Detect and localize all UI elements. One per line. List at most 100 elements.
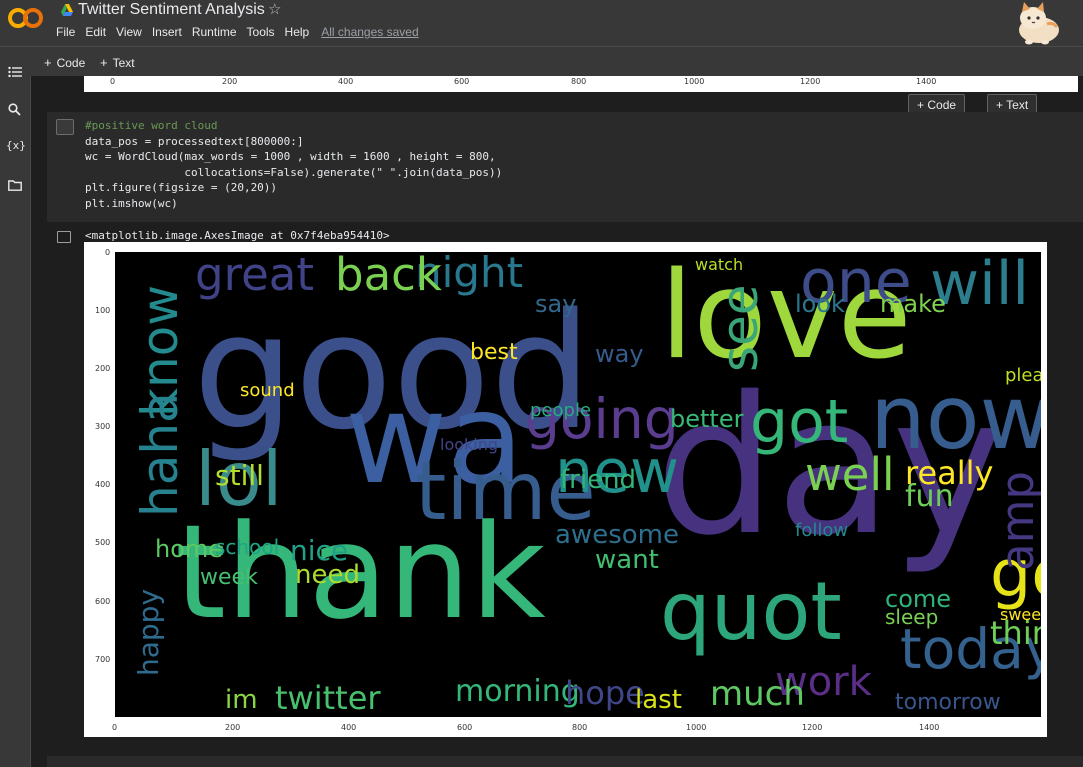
code-line: #positive word cloud <box>85 119 218 132</box>
x-tick: 0 <box>110 77 116 86</box>
y-tick: 200 <box>95 364 111 373</box>
previous-plot-output: 0 200 400 600 800 1000 1200 1400 <box>84 76 1078 92</box>
wordcloud-word: amp <box>991 470 1041 571</box>
x-tick: 1200 <box>800 77 821 86</box>
drive-icon <box>61 4 73 16</box>
wordcloud-word: sweet <box>1000 605 1041 624</box>
star-icon[interactable]: ☆ <box>268 0 281 18</box>
y-tick: 0 <box>105 248 111 257</box>
x-tick: 1000 <box>686 723 707 732</box>
plus-icon: + <box>100 55 108 70</box>
x-tick: 0 <box>112 723 118 732</box>
wordcloud-word: much <box>710 674 805 714</box>
wordcloud-word: sleep <box>885 605 939 629</box>
wordcloud-word: got <box>750 387 849 457</box>
code-line: plt.figure(figsize = (20,20)) <box>85 181 278 194</box>
app-header: Twitter Sentiment Analysis ☆ File Edit V… <box>0 0 1083 46</box>
wordcloud-word: fun <box>905 479 954 514</box>
x-tick: 1400 <box>916 77 937 86</box>
y-tick: 400 <box>95 480 111 489</box>
run-cell-button[interactable] <box>56 119 74 135</box>
code-editor[interactable]: #positive word cloud data_pos = processe… <box>85 118 502 211</box>
menu-tools[interactable]: Tools <box>247 25 275 39</box>
wordcloud-word: sound <box>240 380 295 401</box>
wordcloud-word: way <box>595 340 644 368</box>
wordcloud-word: people <box>530 400 592 421</box>
wordcloud-word: watch <box>695 255 744 274</box>
add-code-button[interactable]: + Code <box>44 55 85 70</box>
output-text: <matplotlib.image.AxesImage at 0x7f4eba9… <box>85 229 390 242</box>
wordcloud-word: haha <box>131 392 189 517</box>
wordcloud-word: please <box>1005 365 1041 386</box>
y-tick: 300 <box>95 422 111 431</box>
wordcloud-word: best <box>470 340 518 365</box>
menu-list-icon[interactable] <box>8 66 22 78</box>
wordcloud-word: say <box>535 290 577 318</box>
x-tick: 200 <box>225 723 241 732</box>
wordcloud-word: im <box>225 685 258 715</box>
x-tick: 800 <box>572 723 588 732</box>
wordcloud-word: twitter <box>275 679 381 717</box>
plus-icon: + <box>996 98 1004 112</box>
variables-icon[interactable]: {x} <box>6 139 26 152</box>
wordcloud-word: quot <box>660 565 842 658</box>
plus-icon: + <box>44 55 52 70</box>
wordcloud-word: now <box>870 366 1041 469</box>
wordcloud-word: still <box>215 459 264 492</box>
menu-edit[interactable]: Edit <box>85 25 106 39</box>
cat-icon <box>1019 2 1059 45</box>
code-line: wc = WordCloud(max_words = 1000 , width … <box>85 150 496 163</box>
wordcloud-word: school <box>215 535 280 559</box>
code-line: plt.imshow(wc) <box>85 196 178 210</box>
wordcloud-word: well <box>805 448 895 501</box>
x-tick: 1200 <box>802 723 823 732</box>
x-tick: 600 <box>457 723 473 732</box>
save-status[interactable]: All changes saved <box>321 25 418 39</box>
notebook-content: 0 200 400 600 800 1000 1200 1400 + Code … <box>31 76 1083 767</box>
code-line: data_pos = processedtext[800000:] <box>85 134 304 148</box>
wordcloud-word: want <box>595 545 659 575</box>
menu-file[interactable]: File <box>56 25 75 39</box>
y-tick: 600 <box>95 597 111 606</box>
menu-insert[interactable]: Insert <box>152 25 182 39</box>
wordcloud-word: tomorrow <box>895 690 1001 715</box>
x-tick: 800 <box>571 77 587 86</box>
x-tick: 1000 <box>684 77 705 86</box>
wordcloud-word: morning <box>455 674 580 709</box>
code-cell[interactable]: #positive word cloud data_pos = processe… <box>47 112 1083 222</box>
y-tick: 100 <box>95 306 111 315</box>
wordcloud-word: happy <box>132 589 165 677</box>
menu-help[interactable]: Help <box>285 25 310 39</box>
x-tick: 400 <box>341 723 357 732</box>
menu-bar: File Edit View Insert Runtime Tools Help… <box>56 25 429 39</box>
y-tick: 700 <box>95 655 111 664</box>
wordcloud-word: friend <box>560 465 637 495</box>
x-tick: 400 <box>338 77 354 86</box>
wordcloud-word: make <box>880 290 946 318</box>
wordcloud-word: need <box>295 560 360 590</box>
wordcloud-word: last <box>635 685 682 715</box>
files-icon[interactable] <box>8 180 22 191</box>
wordcloud-word: home <box>155 535 224 563</box>
wordcloud-word: see <box>711 284 769 372</box>
next-code-cell[interactable] <box>47 756 1083 767</box>
menu-runtime[interactable]: Runtime <box>192 25 237 39</box>
y-tick: 500 <box>95 538 111 547</box>
notebook-toolbar: + Code + Text <box>0 46 1083 77</box>
output-icon[interactable] <box>57 231 71 243</box>
x-tick: 200 <box>222 77 238 86</box>
wordcloud-plot: good love day thank wa now time quot lol going new… <box>84 242 1047 737</box>
menu-view[interactable]: View <box>116 25 142 39</box>
colab-logo[interactable] <box>8 6 44 30</box>
code-line: collocations=False).generate(" ".join(da… <box>85 165 503 179</box>
add-text-button[interactable]: + Text <box>100 55 135 70</box>
x-tick: 600 <box>454 77 470 86</box>
x-tick: 1400 <box>919 723 940 732</box>
wordcloud-word: looking <box>440 435 499 454</box>
wordcloud-word: better <box>670 405 744 433</box>
search-icon[interactable] <box>8 103 21 116</box>
wordcloud-image: good love day thank wa now time quot lol going new… <box>115 252 1041 717</box>
wordcloud-word: follow <box>795 520 849 541</box>
notebook-title[interactable]: Twitter Sentiment Analysis <box>78 1 265 19</box>
wordcloud-word: look <box>795 290 845 318</box>
